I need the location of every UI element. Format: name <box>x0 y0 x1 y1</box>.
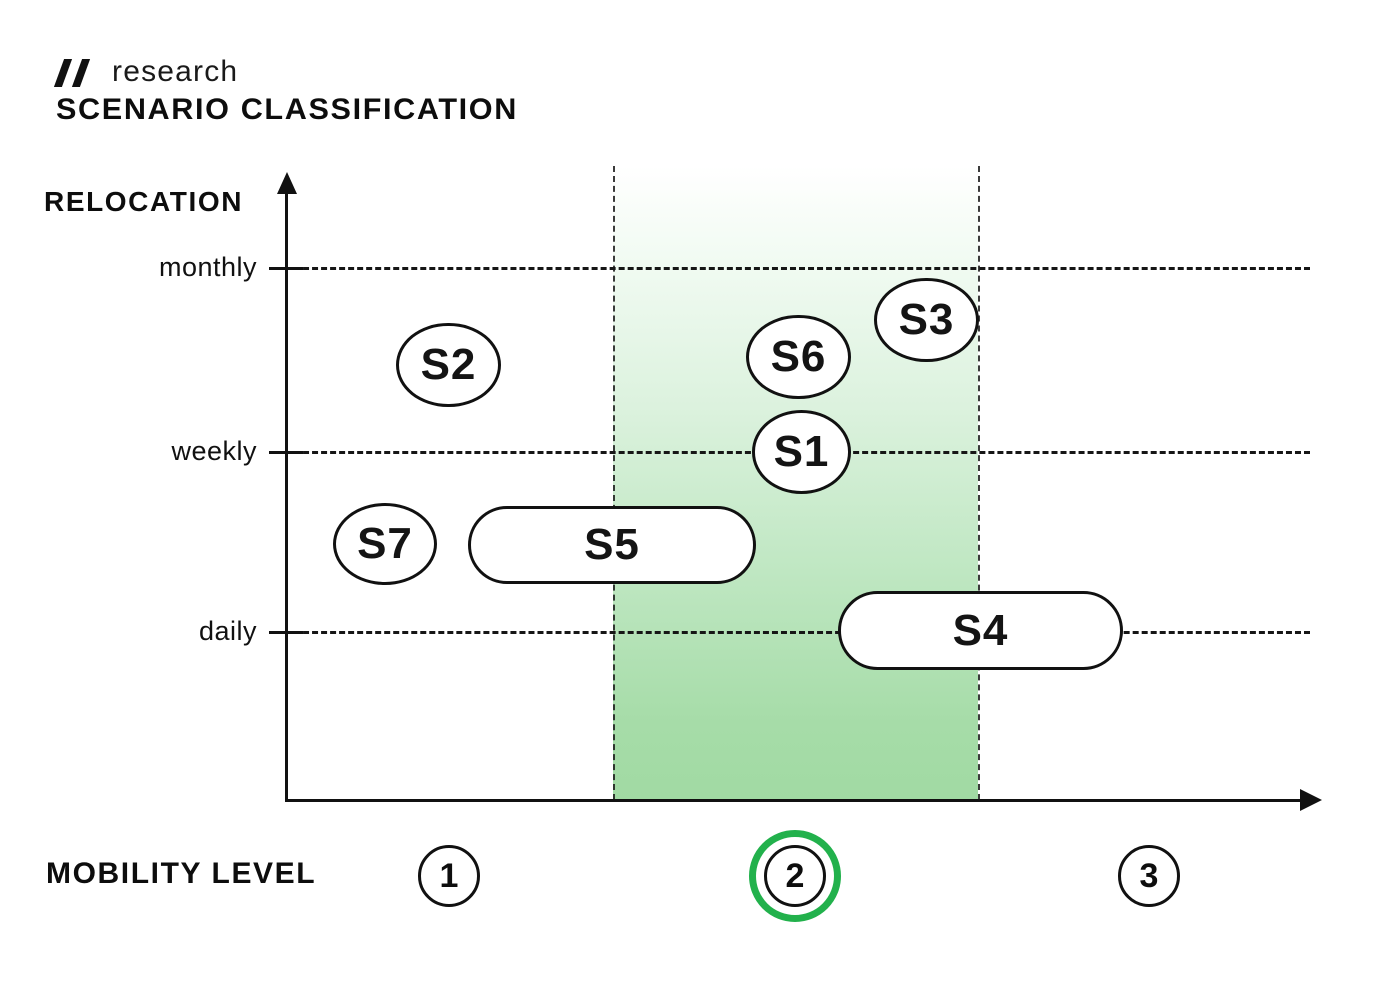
y-axis-arrow-icon <box>277 172 297 194</box>
tick-label-monthly: monthly <box>158 252 257 282</box>
y-axis-line <box>285 190 288 802</box>
x-axis-title: MOBILITY LEVEL <box>46 857 317 890</box>
scenario-bubble-s2[interactable]: S2 <box>396 323 501 407</box>
x-axis-line <box>285 799 1305 802</box>
mobility-level-3-circle: 3 <box>1118 845 1180 907</box>
y-axis-title: RELOCATION <box>44 186 244 217</box>
x-axis-arrow-icon <box>1300 789 1322 811</box>
mobility-level-1-circle: 1 <box>418 845 480 907</box>
scenario-bubble-s1[interactable]: S1 <box>752 410 851 494</box>
gridline-daily <box>285 631 1310 634</box>
scenario-bubble-s5[interactable]: S5 <box>468 506 756 584</box>
scenario-classification-diagram: research SCENARIO CLASSIFICATION monthly… <box>0 0 1400 990</box>
mobility-level-2-circle: 2 <box>764 845 826 907</box>
scenario-bubble-s4[interactable]: S4 <box>838 591 1123 670</box>
tick-label-weekly: weekly <box>171 436 257 466</box>
gridline-monthly <box>285 267 1310 270</box>
mobility-level-marker-3[interactable]: 3 <box>1103 830 1195 922</box>
scenario-bubble-s6[interactable]: S6 <box>746 315 851 399</box>
scenario-bubble-s3[interactable]: S3 <box>874 278 979 362</box>
mobility-level-marker-1[interactable]: 1 <box>403 830 495 922</box>
band-edge-left <box>613 166 615 800</box>
mobility-level-marker-2[interactable]: 2 <box>749 830 841 922</box>
plot-area: monthly weekly daily RELOCATION MOBILITY… <box>0 0 1400 990</box>
scenario-bubble-s7[interactable]: S7 <box>333 503 437 585</box>
band-edge-right <box>978 166 980 800</box>
tick-label-daily: daily <box>198 616 257 646</box>
